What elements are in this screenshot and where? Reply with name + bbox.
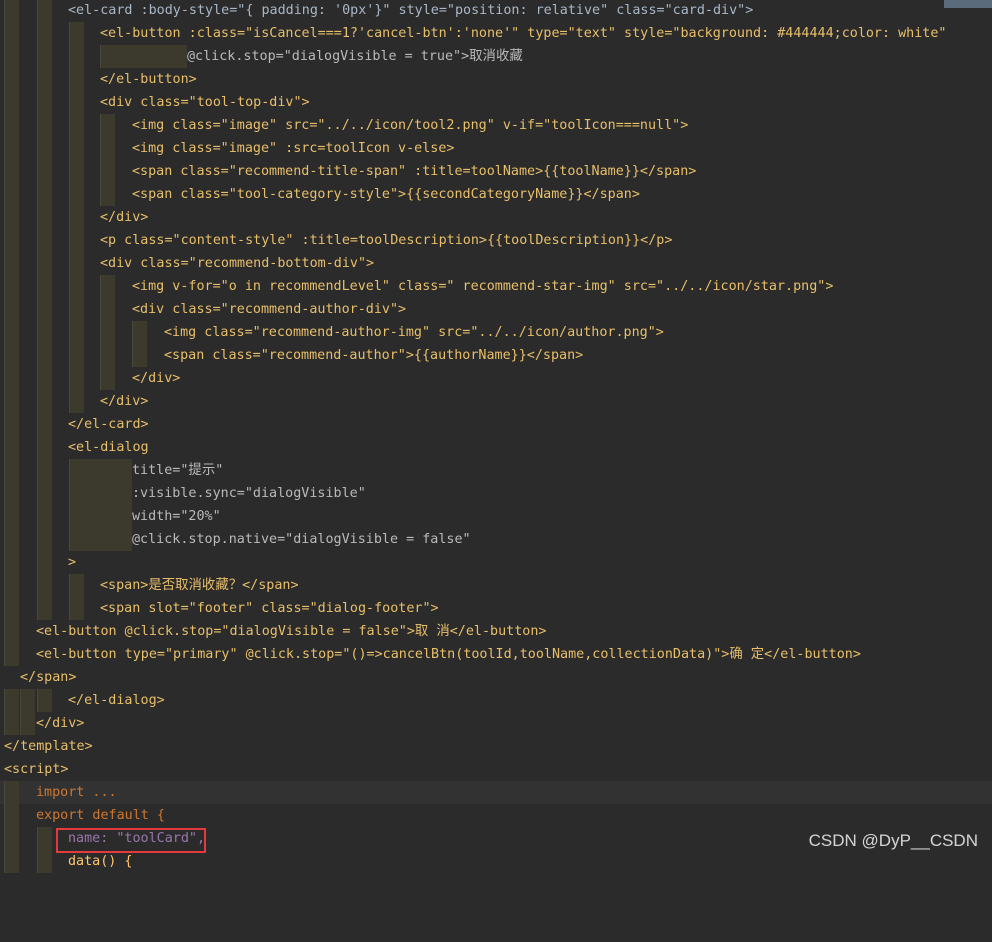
code-line[interactable]: @click.stop.native="dialogVisible = fals… bbox=[0, 528, 992, 551]
code-line[interactable]: </el-card> bbox=[0, 413, 992, 436]
code-line[interactable]: :visible.sync="dialogVisible" bbox=[0, 482, 992, 505]
code-line[interactable]: > bbox=[0, 551, 992, 574]
code-line[interactable]: <div class="recommend-bottom-div"> bbox=[0, 252, 992, 275]
code-line[interactable]: <div class="recommend-author-div"> bbox=[0, 298, 992, 321]
code-line[interactable]: <el-button :class="isCancel===1?'cancel-… bbox=[0, 22, 992, 45]
code-editor[interactable]: <el-card :body-style="{ padding: '0px'}"… bbox=[0, 0, 992, 873]
code-line-current[interactable]: import ... bbox=[0, 781, 992, 804]
code-line[interactable]: <img class="recommend-author-img" src=".… bbox=[0, 321, 992, 344]
code-line[interactable]: <img v-for="o in recommendLevel" class="… bbox=[0, 275, 992, 298]
code-line[interactable]: <p class="content-style" :title=toolDesc… bbox=[0, 229, 992, 252]
code-line[interactable]: <img class="image" src="../../icon/tool2… bbox=[0, 114, 992, 137]
code-line[interactable]: <span>是否取消收藏？</span> bbox=[0, 574, 992, 597]
code-line[interactable]: </div> bbox=[0, 390, 992, 413]
code-line[interactable]: </el-button> bbox=[0, 68, 992, 91]
code-line[interactable]: </div> bbox=[0, 367, 992, 390]
code-line[interactable]: <img class="image" :src=toolIcon v-else> bbox=[0, 137, 992, 160]
code-line[interactable]: <el-dialog bbox=[0, 436, 992, 459]
scrollbar-marker[interactable] bbox=[944, 0, 992, 8]
code-line[interactable]: <span class="tool-category-style">{{seco… bbox=[0, 183, 992, 206]
code-line[interactable]: <script> bbox=[0, 758, 992, 781]
code-line[interactable]: </el-dialog> bbox=[0, 689, 992, 712]
code-line[interactable]: @click.stop="dialogVisible = true">取消收藏 bbox=[0, 45, 992, 68]
code-line[interactable]: title="提示" bbox=[0, 459, 992, 482]
code-line[interactable]: </template> bbox=[0, 735, 992, 758]
code-line[interactable]: data() { bbox=[0, 850, 992, 873]
highlight-box bbox=[56, 828, 206, 853]
code-line[interactable]: <el-button @click.stop="dialogVisible = … bbox=[0, 620, 992, 643]
code-line[interactable]: </span> bbox=[0, 666, 992, 689]
code-line[interactable]: width="20%" bbox=[0, 505, 992, 528]
code-line[interactable]: <span class="recommend-author">{{authorN… bbox=[0, 344, 992, 367]
code-line[interactable]: export default { bbox=[0, 804, 992, 827]
code-line[interactable]: <div class="tool-top-div"> bbox=[0, 91, 992, 114]
code-line[interactable]: </div> bbox=[0, 712, 992, 735]
code-line[interactable]: </div> bbox=[0, 206, 992, 229]
code-line[interactable]: <span class="recommend-title-span" :titl… bbox=[0, 160, 992, 183]
code-line[interactable]: <span slot="footer" class="dialog-footer… bbox=[0, 597, 992, 620]
code-line[interactable]: <el-card :body-style="{ padding: '0px'}"… bbox=[0, 0, 992, 22]
code-line[interactable]: <el-button type="primary" @click.stop="(… bbox=[0, 643, 992, 666]
watermark: CSDN @DyP__CSDN bbox=[808, 831, 978, 850]
